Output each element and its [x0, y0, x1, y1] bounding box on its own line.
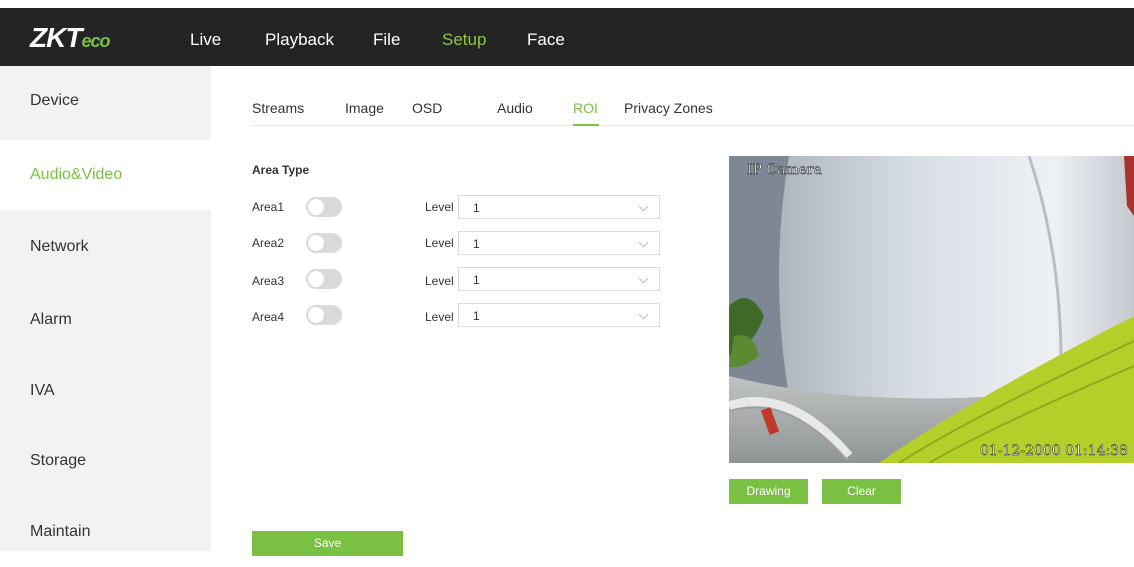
area1-level-value: 1 — [473, 201, 480, 215]
area4-level-label: Level — [425, 310, 454, 324]
nav-live[interactable]: Live — [190, 30, 221, 50]
logo-main-text: ZKT — [30, 22, 82, 53]
tab-streams[interactable]: Streams — [252, 100, 304, 116]
chevron-down-icon — [638, 201, 649, 212]
sidebar-item-storage[interactable]: Storage — [0, 426, 211, 496]
active-tab-underline — [573, 124, 599, 126]
sidebar-item-device[interactable]: Device — [0, 66, 211, 136]
area1-label: Area1 — [252, 200, 285, 214]
chevron-down-icon — [638, 237, 649, 248]
toggle-knob — [308, 199, 324, 215]
camera-image — [729, 156, 1134, 463]
area3-level-value: 1 — [473, 273, 480, 287]
tab-roi[interactable]: ROI — [573, 100, 598, 116]
top-navigation-bar: ZKTeco Live Playback File Setup Face — [0, 0, 1134, 66]
tab-privacy-zones[interactable]: Privacy Zones — [624, 100, 713, 116]
area1-level-select[interactable]: 1 — [458, 195, 660, 219]
drawing-button[interactable]: Drawing — [729, 479, 808, 504]
toggle-knob — [308, 307, 324, 323]
video-overlay-timestamp: 01-12-2000 01:14:38 — [979, 443, 1129, 460]
sidebar-item-maintain[interactable]: Maintain — [0, 497, 211, 567]
sidebar-item-audio-video[interactable]: Audio&Video — [0, 140, 211, 210]
area4-level-value: 1 — [473, 309, 480, 323]
sidebar-item-iva[interactable]: IVA — [0, 356, 211, 426]
area3-level-select[interactable]: 1 — [458, 267, 660, 291]
area2-label: Area2 — [252, 236, 285, 250]
chevron-down-icon — [638, 273, 649, 284]
area1-toggle[interactable] — [306, 197, 342, 217]
toggle-knob — [308, 271, 324, 287]
nav-file[interactable]: File — [373, 30, 400, 50]
nav-playback[interactable]: Playback — [265, 30, 334, 50]
nav-setup[interactable]: Setup — [442, 30, 486, 50]
area2-level-select[interactable]: 1 — [458, 231, 660, 255]
area2-level-value: 1 — [473, 237, 480, 251]
sidebar-item-alarm[interactable]: Alarm — [0, 285, 211, 355]
area2-level-label: Level — [425, 236, 454, 250]
area-type-title: Area Type — [252, 163, 310, 177]
chevron-down-icon — [638, 309, 649, 320]
sidebar: Device Audio&Video Network Alarm IVA Sto… — [0, 66, 211, 551]
toggle-knob — [308, 235, 324, 251]
save-button[interactable]: Save — [252, 531, 403, 556]
camera-preview[interactable]: IP Camera 01-12-2000 01:14:38 — [729, 156, 1134, 463]
area4-toggle[interactable] — [306, 305, 342, 325]
video-overlay-title: IP Camera — [747, 162, 823, 179]
area4-label: Area4 — [252, 310, 285, 324]
nav-face[interactable]: Face — [527, 30, 565, 50]
area1-level-label: Level — [425, 200, 454, 214]
zkteco-logo: ZKTeco — [30, 22, 142, 56]
tab-osd[interactable]: OSD — [412, 100, 442, 116]
clear-button[interactable]: Clear — [822, 479, 901, 504]
sub-tabs: Streams Image OSD Audio ROI Privacy Zone… — [252, 66, 1134, 126]
area3-level-label: Level — [425, 274, 454, 288]
area3-label: Area3 — [252, 274, 285, 288]
area4-level-select[interactable]: 1 — [458, 303, 660, 327]
sidebar-item-network[interactable]: Network — [0, 212, 211, 282]
area3-toggle[interactable] — [306, 269, 342, 289]
logo-accent-text: eco — [81, 31, 110, 51]
area2-toggle[interactable] — [306, 233, 342, 253]
tab-audio[interactable]: Audio — [497, 100, 533, 116]
tab-image[interactable]: Image — [345, 100, 384, 116]
